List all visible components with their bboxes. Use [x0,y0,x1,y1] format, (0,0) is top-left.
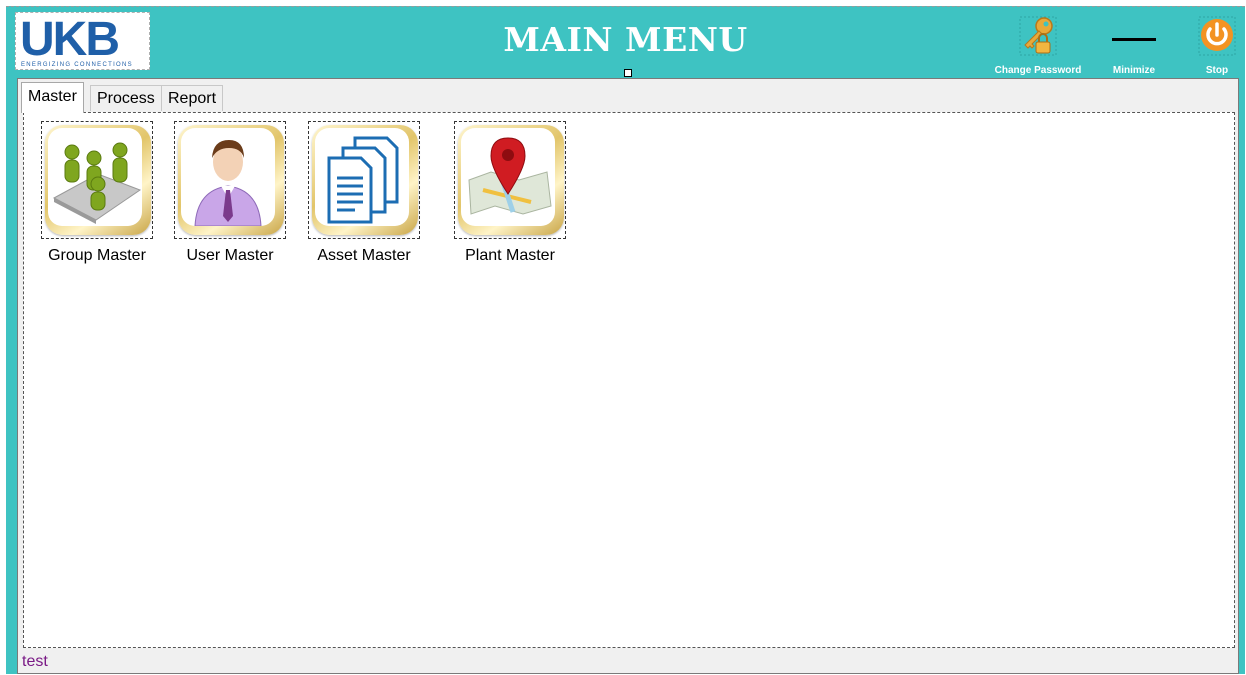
user-master-button[interactable]: User Master [170,121,290,265]
plant-master-label: Plant Master [465,247,555,264]
minimize-icon [1112,38,1156,41]
main-window: UKB ENERGIZING CONNECTIONS MAIN MENU Cha… [6,6,1245,674]
user-person-icon [194,140,262,226]
logo-tagline: ENERGIZING CONNECTIONS [21,62,133,68]
status-text: test [22,653,48,670]
header-bar: UKB ENERGIZING CONNECTIONS MAIN MENU Cha… [6,7,1245,79]
tab-panel: Master Process Report Group Master User … [17,78,1239,674]
group-people-icon [52,142,142,224]
plant-master-button[interactable]: Plant Master [450,121,570,265]
tab-report[interactable]: Report [161,85,224,111]
user-master-label: User Master [186,247,274,264]
asset-master-label: Asset Master [317,247,411,264]
asset-master-button[interactable]: Asset Master [304,121,424,265]
documents-icon [327,136,399,224]
master-tab-content: Group Master User Master Asset Master Pl… [23,112,1235,648]
stop-label: Stop [1205,65,1229,76]
resize-handle[interactable] [624,69,632,77]
stop-button[interactable]: Stop [1192,15,1242,76]
change-password-label: Change Password [994,65,1082,76]
group-master-button[interactable]: Group Master [37,121,157,265]
tab-master[interactable]: Master [21,82,84,113]
group-master-label: Group Master [48,247,146,264]
power-icon [1198,16,1236,56]
minimize-label: Minimize [1112,65,1156,76]
tab-process[interactable]: Process [90,85,162,111]
change-password-button[interactable]: Change Password [988,15,1088,76]
map-pin-icon [468,137,552,215]
minimize-button[interactable]: Minimize [1104,15,1164,76]
key-lock-icon [1019,16,1057,56]
